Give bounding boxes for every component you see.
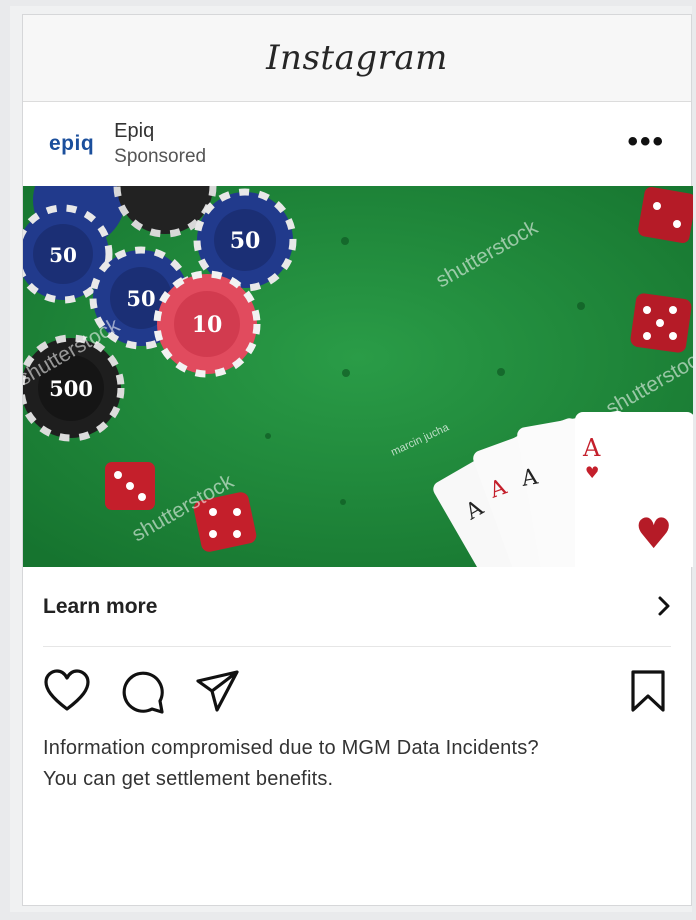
heart-icon[interactable] xyxy=(43,669,91,713)
caption-line-2: You can get settlement benefits. xyxy=(43,768,334,790)
learn-more-bar[interactable]: Learn more xyxy=(43,567,671,647)
more-icon[interactable]: ••• xyxy=(627,127,665,157)
action-bar xyxy=(23,647,691,733)
comment-icon[interactable] xyxy=(120,669,166,715)
caption-line-1: Information compromised due to MGM Data … xyxy=(43,737,539,759)
chip-label-2: 50 xyxy=(230,228,261,254)
instagram-card: Instagram epiq Epiq Sponsored ••• 50 50 … xyxy=(22,14,693,906)
top-bar: Instagram xyxy=(23,15,691,102)
sponsored-label: Sponsored xyxy=(114,146,207,167)
casino-photo: 50 50 50 10 500 A A A A ♥ ♥ shutterstock… xyxy=(23,186,693,567)
svg-text:♥: ♥ xyxy=(585,463,599,482)
post-caption: Information compromised due to MGM Data … xyxy=(43,733,671,795)
account-info: Epiq Sponsored xyxy=(114,120,206,168)
learn-more-label[interactable]: Learn more xyxy=(43,595,157,619)
account-name[interactable]: Epiq xyxy=(114,120,206,143)
chip-label-1: 50 xyxy=(49,243,77,267)
account-logo[interactable]: epiq xyxy=(49,132,94,156)
post-image[interactable]: 50 50 50 10 500 A A A A ♥ ♥ shutterstock… xyxy=(23,186,693,567)
svg-text:A: A xyxy=(582,434,601,462)
share-icon[interactable] xyxy=(195,669,241,713)
chip-label-3: 50 xyxy=(126,286,155,311)
instagram-wordmark: Instagram xyxy=(266,38,448,78)
bookmark-icon[interactable] xyxy=(629,669,667,713)
chip-label-4: 10 xyxy=(192,312,223,338)
chip-label-5: 500 xyxy=(49,376,93,401)
post-header: epiq Epiq Sponsored ••• xyxy=(23,102,691,186)
chevron-right-icon[interactable] xyxy=(657,595,671,617)
svg-text:♥: ♥ xyxy=(635,509,673,558)
